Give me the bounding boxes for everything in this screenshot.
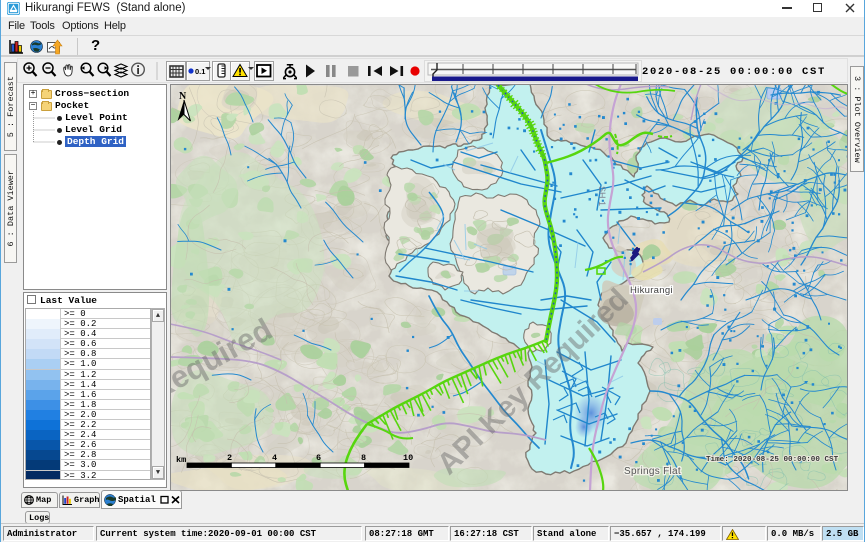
svg-text:4: 4 (272, 453, 277, 463)
svg-text:0.1: 0.1 (195, 67, 205, 76)
svg-text:Springs Flat: Springs Flat (624, 466, 681, 477)
svg-text:2: 2 (227, 453, 232, 463)
svg-text:10: 10 (403, 453, 413, 463)
svg-text:km: km (176, 455, 186, 465)
svg-text:SH 1: SH 1 (597, 186, 607, 206)
svg-text:Time: 2020-08-25 00:00:00 CST: Time: 2020-08-25 00:00:00 CST (706, 456, 839, 464)
svg-text:6: 6 (316, 453, 321, 463)
svg-text:Hikurangi: Hikurangi (630, 285, 673, 296)
svg-text:8: 8 (361, 453, 366, 463)
svg-text:N: N (179, 91, 187, 102)
